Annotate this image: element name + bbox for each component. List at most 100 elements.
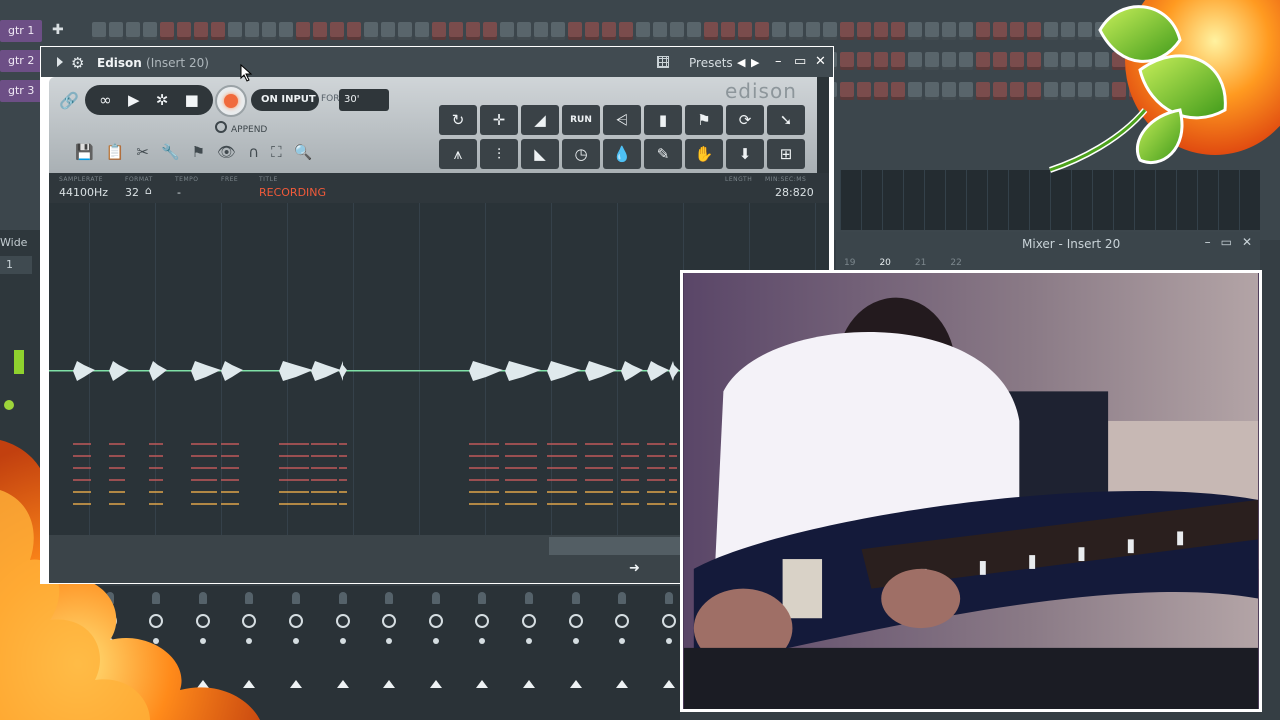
step-button[interactable] bbox=[160, 22, 174, 40]
step-button[interactable] bbox=[687, 22, 701, 40]
step-button[interactable] bbox=[874, 52, 888, 70]
marker-icon[interactable]: ⚑ bbox=[192, 143, 205, 161]
step-button[interactable] bbox=[857, 82, 871, 100]
tempo-value[interactable]: - bbox=[177, 186, 181, 199]
step-button[interactable] bbox=[891, 22, 905, 40]
step-button[interactable] bbox=[823, 22, 837, 40]
eq-icon[interactable]: ⫶ bbox=[480, 139, 518, 169]
step-button[interactable] bbox=[840, 52, 854, 70]
step-button[interactable] bbox=[636, 22, 650, 40]
pan-knob[interactable] bbox=[335, 614, 350, 628]
step-button[interactable] bbox=[891, 52, 905, 70]
channel-button-gtr2[interactable]: gtr 2 bbox=[0, 50, 42, 72]
mixer-strip[interactable] bbox=[413, 586, 459, 720]
save-icon[interactable]: 💾 bbox=[75, 143, 94, 161]
step-button[interactable] bbox=[976, 82, 990, 100]
record-button[interactable] bbox=[215, 85, 247, 117]
step-button[interactable] bbox=[755, 22, 769, 40]
step-button[interactable] bbox=[993, 82, 1007, 100]
step-button[interactable] bbox=[245, 22, 259, 40]
step-button[interactable] bbox=[92, 22, 106, 40]
play-icon[interactable]: ▶ bbox=[128, 91, 140, 109]
step-button[interactable] bbox=[483, 22, 497, 40]
step-button[interactable] bbox=[143, 22, 157, 40]
step-button[interactable] bbox=[993, 52, 1007, 70]
step-button[interactable] bbox=[789, 22, 803, 40]
loop-icon[interactable]: ∞ bbox=[99, 91, 112, 109]
step-button[interactable] bbox=[432, 22, 446, 40]
step-button[interactable] bbox=[126, 22, 140, 40]
step-button[interactable] bbox=[942, 52, 956, 70]
fade-icon[interactable]: ◢ bbox=[521, 105, 559, 135]
preset-prev-icon[interactable]: ◀ bbox=[737, 56, 745, 69]
step-button[interactable] bbox=[959, 22, 973, 40]
step-button[interactable] bbox=[976, 22, 990, 40]
pen-icon[interactable]: ✎ bbox=[644, 139, 682, 169]
step-button[interactable] bbox=[908, 82, 922, 100]
route-arrow-icon[interactable] bbox=[429, 680, 442, 688]
step-button[interactable] bbox=[551, 22, 565, 40]
step-button[interactable] bbox=[670, 22, 684, 40]
mixer-strip[interactable] bbox=[320, 586, 366, 720]
step-button[interactable] bbox=[585, 22, 599, 40]
channel-settings-icon[interactable]: ✚ bbox=[52, 22, 64, 38]
step-button[interactable] bbox=[313, 22, 327, 40]
step-button[interactable] bbox=[959, 52, 973, 70]
pan-knob[interactable] bbox=[522, 614, 536, 628]
magnet-icon[interactable]: ∩ bbox=[248, 143, 259, 161]
eye-icon[interactable]: 👁 bbox=[217, 143, 236, 161]
wrench-icon[interactable]: 🔧 bbox=[161, 143, 180, 161]
step-button[interactable] bbox=[925, 52, 939, 70]
tune-icon[interactable]: ⩚ bbox=[439, 139, 477, 169]
step-button[interactable] bbox=[109, 22, 123, 40]
presets-button[interactable]: Presets bbox=[689, 56, 733, 70]
route-arrow-icon[interactable] bbox=[476, 680, 489, 688]
step-button[interactable] bbox=[908, 52, 922, 70]
step-button[interactable] bbox=[857, 22, 871, 40]
route-arrow-icon[interactable] bbox=[383, 680, 396, 688]
step-button[interactable] bbox=[364, 22, 378, 40]
step-button[interactable] bbox=[993, 22, 1007, 40]
step-button[interactable] bbox=[534, 22, 548, 40]
step-button[interactable] bbox=[177, 22, 191, 40]
step-button[interactable] bbox=[874, 82, 888, 100]
step-button[interactable] bbox=[211, 22, 225, 40]
cut-icon[interactable]: ✂ bbox=[136, 143, 149, 161]
select-all-icon[interactable]: ⛶ bbox=[271, 143, 282, 161]
step-button[interactable] bbox=[738, 22, 752, 40]
step-button[interactable] bbox=[891, 82, 905, 100]
select-icon[interactable]: ➘ bbox=[767, 105, 805, 135]
record-length-select[interactable]: 30' bbox=[339, 89, 389, 111]
step-button[interactable] bbox=[517, 22, 531, 40]
route-arrow-icon[interactable] bbox=[569, 680, 582, 688]
route-arrow-icon[interactable] bbox=[336, 680, 349, 688]
route-arrow-icon[interactable] bbox=[616, 680, 629, 688]
step-button[interactable] bbox=[874, 22, 888, 40]
step-button[interactable] bbox=[262, 22, 276, 40]
step-button[interactable] bbox=[925, 22, 939, 40]
edison-titlebar[interactable]: ⚙ Edison (Insert 20) Presets ◀ ▶ – ▭ ✕ bbox=[41, 47, 833, 77]
maximize-icon[interactable]: ▭ bbox=[794, 54, 806, 69]
step-sequencer[interactable] bbox=[92, 22, 1143, 40]
step-button[interactable] bbox=[449, 22, 463, 40]
step-button[interactable] bbox=[347, 22, 361, 40]
channel-button-gtr3[interactable]: gtr 3 bbox=[0, 80, 42, 102]
step-button[interactable] bbox=[806, 22, 820, 40]
step-button[interactable] bbox=[1010, 22, 1024, 40]
refresh-icon[interactable]: ⟳ bbox=[726, 105, 764, 135]
step-button[interactable] bbox=[1027, 82, 1041, 100]
pan-knob[interactable] bbox=[661, 614, 676, 628]
minimize-icon[interactable]: – bbox=[1205, 235, 1211, 249]
save-icon[interactable]: ⬇ bbox=[726, 139, 764, 169]
clock-icon[interactable]: ◷ bbox=[562, 139, 600, 169]
step-button[interactable] bbox=[840, 22, 854, 40]
paste-icon[interactable]: 📋 bbox=[106, 143, 125, 161]
mixer-strip[interactable] bbox=[553, 586, 599, 720]
maximize-icon[interactable]: ▭ bbox=[1221, 235, 1232, 249]
step-button[interactable] bbox=[279, 22, 293, 40]
link-icon[interactable]: 🔗 bbox=[59, 91, 79, 110]
step-button[interactable] bbox=[976, 52, 990, 70]
step-button[interactable] bbox=[1027, 52, 1041, 70]
step-button[interactable] bbox=[330, 22, 344, 40]
pan-knob[interactable] bbox=[428, 614, 443, 628]
